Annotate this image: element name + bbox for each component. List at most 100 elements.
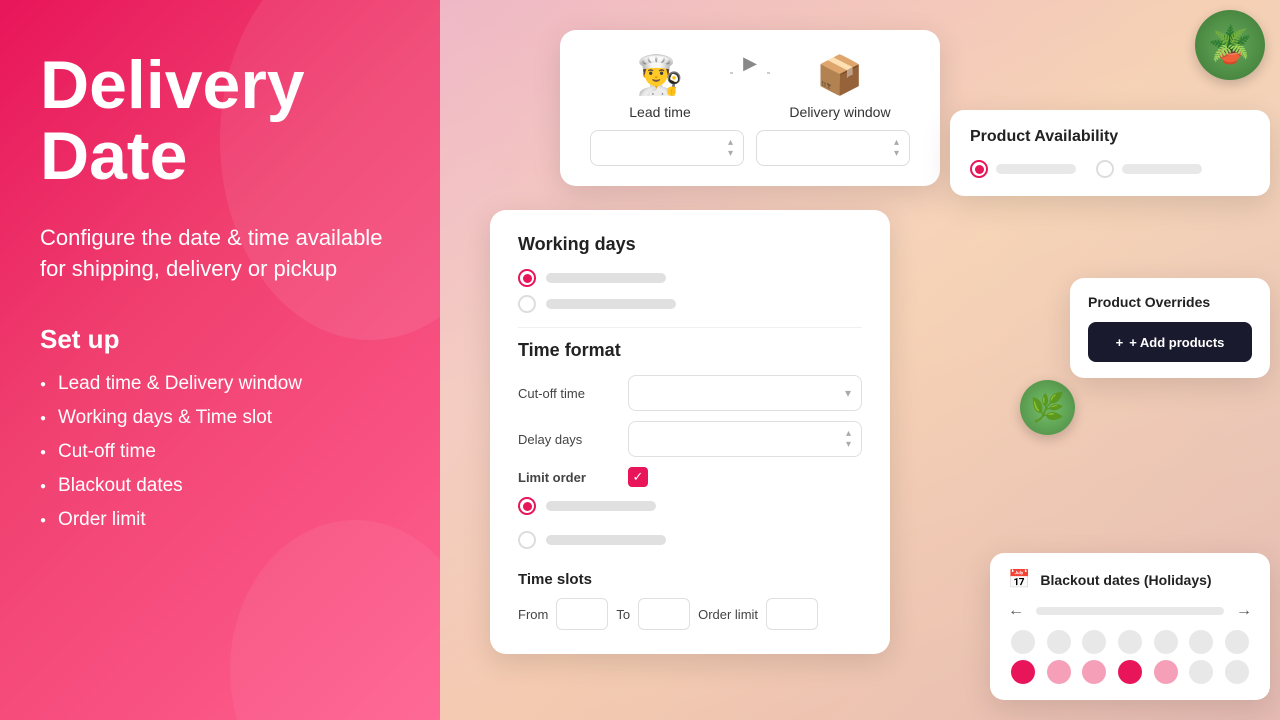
delay-days-input[interactable]: ▴▾ [628, 421, 862, 457]
calendar-icon: 📅 [1008, 569, 1030, 590]
delivery-window-label: Delivery window [789, 104, 890, 120]
plant-decoration-middle: 🌿 [1020, 380, 1075, 435]
cutoff-label: Cut-off time [518, 386, 618, 401]
pa-radio-1[interactable] [970, 160, 1076, 178]
limit-bar-1 [546, 501, 656, 511]
package-icon: 📦 [816, 54, 863, 98]
subtitle-text: Configure the date & time available for … [40, 223, 400, 285]
limit-order-radio-group [518, 497, 862, 557]
working-days-card: Working days Time format Cut-off time ▾ … [490, 210, 890, 654]
pa-bar-2 [1122, 164, 1202, 174]
order-limit-label: Order limit [698, 607, 758, 622]
cutoff-time-row: Cut-off time ▾ [518, 375, 862, 411]
next-month-button[interactable]: → [1236, 602, 1252, 620]
working-days-radio-group [518, 269, 862, 313]
working-days-radio-2[interactable] [518, 295, 862, 313]
lead-time-icon-box: 👨‍🍳 Lead time [590, 54, 730, 120]
to-label: To [616, 607, 630, 622]
delay-days-row: Delay days ▴▾ [518, 421, 862, 457]
time-format-title: Time format [518, 340, 862, 361]
blackout-title: Blackout dates (Holidays) [1040, 572, 1211, 588]
cal-dot-selected[interactable] [1118, 660, 1142, 684]
limit-order-row: Limit order ✓ [518, 467, 862, 487]
working-days-radio-1[interactable] [518, 269, 862, 287]
from-label: From [518, 607, 548, 622]
setup-item-lead-time: Lead time & Delivery window [40, 373, 400, 395]
delivery-window-icon-box: 📦 Delivery window [770, 54, 910, 120]
spin-arrows-icon: ▴▾ [846, 428, 851, 450]
product-availability-title: Product Availability [970, 128, 1250, 146]
pa-radio-active [970, 160, 988, 178]
lead-time-icons-row: 👨‍🍳 Lead time ▶ 📦 Delivery window [590, 54, 910, 120]
radio-label-bar-1 [546, 273, 666, 283]
working-days-title: Working days [518, 234, 862, 255]
page-title: Delivery Date [40, 50, 400, 193]
setup-list: Lead time & Delivery window Working days… [40, 373, 400, 543]
setup-item-blackout: Blackout dates [40, 475, 400, 497]
cutoff-time-dropdown[interactable]: ▾ [628, 375, 862, 411]
pa-bar-1 [996, 164, 1076, 174]
lead-time-card: 👨‍🍳 Lead time ▶ 📦 Delivery window ▴ ▾ [560, 30, 940, 186]
arrow-icon: ▶ [733, 53, 767, 74]
divider-1 [518, 327, 862, 328]
cal-dot [1189, 630, 1213, 654]
radio-active [518, 269, 536, 287]
cal-dot [1011, 630, 1035, 654]
setup-item-order-limit: Order limit [40, 509, 400, 531]
radio-inactive [518, 295, 536, 313]
plant-decoration-top: 🪴 [1195, 10, 1265, 80]
cal-dot [1154, 660, 1178, 684]
cal-dot [1047, 660, 1071, 684]
chef-icon: 👨‍🍳 [636, 54, 683, 98]
add-products-label: + Add products [1129, 335, 1224, 350]
cal-dot [1154, 630, 1178, 654]
cal-dot [1118, 630, 1142, 654]
limit-radio-1[interactable] [518, 497, 862, 515]
cal-dot [1082, 630, 1106, 654]
cal-dot [1225, 660, 1249, 684]
add-products-button[interactable]: + + Add products [1088, 322, 1252, 362]
time-slots-title: Time slots [518, 571, 862, 588]
limit-order-checkbox[interactable]: ✓ [628, 467, 648, 487]
time-slots-section: Time slots From To Order limit [518, 571, 862, 630]
lead-time-selects: ▴ ▾ ▴ ▾ [590, 130, 910, 166]
limit-radio-inactive [518, 531, 536, 549]
to-time-input[interactable] [638, 598, 690, 630]
setup-item-cutoff: Cut-off time [40, 441, 400, 463]
radio-label-bar-2 [546, 299, 676, 309]
product-availability-card: Product Availability [950, 110, 1270, 196]
prev-month-button[interactable]: ← [1008, 602, 1024, 620]
plus-icon: + [1116, 335, 1124, 350]
setup-heading: Set up [40, 324, 400, 355]
pa-radio-2[interactable] [1096, 160, 1202, 178]
delay-label: Delay days [518, 432, 618, 447]
limit-order-label: Limit order [518, 470, 618, 485]
product-overrides-card: Product Overrides + + Add products [1070, 278, 1270, 378]
cal-dot-selected[interactable] [1011, 660, 1035, 684]
product-availability-radios [970, 160, 1250, 178]
cal-dot [1082, 660, 1106, 684]
limit-radio-active [518, 497, 536, 515]
blackout-calendar-grid [1008, 630, 1252, 684]
blackout-dates-card: 📅 Blackout dates (Holidays) ← → [990, 553, 1270, 700]
left-panel: Delivery Date Configure the date & time … [0, 0, 440, 720]
delivery-window-select[interactable]: ▴ ▾ [756, 130, 910, 166]
cal-dot [1225, 630, 1249, 654]
lead-time-label: Lead time [629, 104, 690, 120]
limit-radio-2[interactable] [518, 531, 862, 549]
product-overrides-title: Product Overrides [1088, 294, 1252, 310]
cal-dot [1047, 630, 1071, 654]
chevron-down-icon: ▾ [845, 386, 851, 400]
order-limit-input[interactable] [766, 598, 818, 630]
cal-dot [1189, 660, 1213, 684]
from-time-input[interactable] [556, 598, 608, 630]
blackout-nav: ← → [1008, 602, 1252, 620]
time-slots-row: From To Order limit [518, 598, 862, 630]
right-panel: 🪴 🌿 👨‍🍳 Lead time ▶ 📦 Delivery window [440, 0, 1280, 720]
month-bar [1036, 607, 1224, 615]
blackout-card-header: 📅 Blackout dates (Holidays) [1008, 569, 1252, 590]
lead-time-select[interactable]: ▴ ▾ [590, 130, 744, 166]
setup-item-working-days: Working days & Time slot [40, 407, 400, 429]
pa-radio-inactive [1096, 160, 1114, 178]
limit-bar-2 [546, 535, 666, 545]
